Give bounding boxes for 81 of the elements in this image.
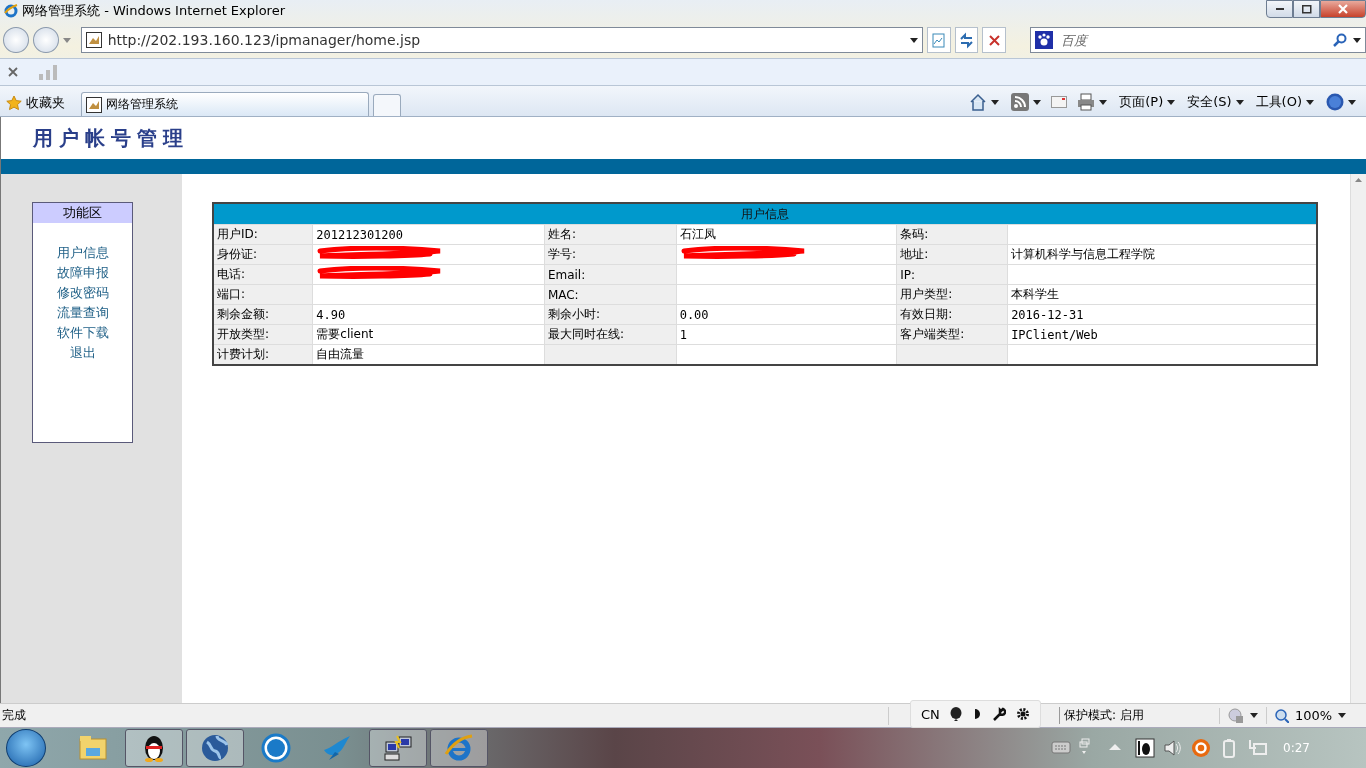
field-label: 电话:	[213, 264, 313, 285]
search-icon[interactable]	[1333, 33, 1347, 47]
taskbar-button[interactable]	[369, 729, 427, 768]
alien-head-icon[interactable]	[949, 707, 962, 722]
protected-mode-text: 保护模式: 启用	[1059, 707, 1219, 725]
table-title: 用户信息	[213, 203, 1317, 225]
menu-button[interactable]: 页面(P)	[1117, 93, 1178, 111]
minimize-icon	[1275, 8, 1284, 10]
menu-link[interactable]: 退出	[69, 343, 96, 363]
field-value: 石江凤	[676, 224, 897, 245]
dropdown-icon[interactable]	[909, 37, 918, 43]
scrollbar[interactable]	[1350, 174, 1366, 704]
maximize-icon	[1301, 4, 1312, 14]
field-label: 用户ID:	[213, 224, 313, 245]
start-button[interactable]	[6, 729, 46, 768]
compatibility-icon	[930, 31, 948, 49]
menu-link[interactable]: 用户信息	[56, 243, 109, 263]
browser-tab[interactable]: 网络管理系统	[81, 92, 369, 116]
favorites-button[interactable]: 收藏夹	[6, 90, 65, 116]
feed-button[interactable]	[1009, 93, 1044, 111]
status-text: 完成	[1, 707, 27, 725]
search-field[interactable]: 百度	[1059, 31, 1327, 49]
page-title: 用户帐号管理	[33, 124, 189, 152]
ie-logo-icon	[4, 4, 18, 18]
field-label: 开放类型:	[213, 324, 313, 345]
caret-icon[interactable]	[1306, 99, 1314, 105]
caret-icon[interactable]	[1033, 99, 1042, 105]
caret-icon[interactable]	[1099, 99, 1108, 105]
menu-button[interactable]: 安全(S)	[1185, 93, 1246, 111]
caret-icon[interactable]	[991, 99, 1000, 105]
caret-icon[interactable]	[1348, 99, 1356, 105]
close-button[interactable]	[1320, 0, 1366, 18]
caret-icon[interactable]	[1338, 713, 1347, 719]
speaker-icon[interactable]	[1163, 738, 1184, 759]
menu-link[interactable]: 修改密码	[56, 283, 109, 303]
zoom-button[interactable]: 100%	[1266, 707, 1366, 725]
up-arrow-icon[interactable]	[1355, 178, 1362, 182]
help-button[interactable]	[1324, 93, 1358, 111]
caret-icon[interactable]	[1235, 99, 1244, 105]
address-field[interactable]: http://202.193.160.123/ipmanager/home.jsp	[80, 27, 923, 53]
paw-icon	[1035, 31, 1054, 49]
field-value: 201212301200	[312, 224, 545, 245]
menu-button[interactable]: 工具(O)	[1253, 93, 1316, 111]
taskbar-button[interactable]	[125, 729, 183, 768]
field-label: 端口:	[213, 284, 313, 305]
signal-icon	[38, 64, 58, 80]
window-title: 网络管理系统 - Windows Internet Explorer	[22, 2, 286, 20]
caret-icon[interactable]	[1167, 99, 1176, 105]
menu-title: 功能区	[33, 203, 132, 223]
printer-icon	[1077, 93, 1096, 111]
field-label: 姓名:	[544, 224, 677, 245]
search-box[interactable]: 百度	[1030, 27, 1366, 53]
field-label: 剩余金额:	[213, 304, 313, 325]
field-label: 计费计划:	[213, 344, 313, 365]
close-icon	[1338, 4, 1348, 14]
home-icon	[969, 93, 988, 111]
site-icon	[86, 96, 102, 113]
refresh-button[interactable]	[954, 27, 979, 53]
zoom-icon	[1275, 708, 1289, 723]
printer-button[interactable]	[1075, 93, 1110, 111]
star-icon	[6, 95, 22, 111]
language-indicator[interactable]: CN	[921, 706, 940, 722]
stop-button[interactable]	[982, 27, 1007, 53]
feed-icon	[1011, 93, 1030, 111]
close-icon[interactable]	[8, 67, 18, 77]
help-icon	[1326, 93, 1344, 111]
ring-icon[interactable]	[1191, 738, 1212, 759]
field-label: 身份证:	[213, 244, 313, 265]
caret-icon[interactable]	[1250, 713, 1258, 719]
maximize-button[interactable]	[1293, 0, 1320, 18]
dropdown-icon[interactable]	[1353, 37, 1361, 43]
wrench-icon[interactable]	[991, 707, 1006, 722]
mail-icon[interactable]	[1051, 96, 1068, 108]
refresh-icon	[958, 31, 976, 49]
menu-link[interactable]: 故障申报	[56, 263, 109, 283]
site-icon	[85, 32, 102, 48]
settings-icon[interactable]	[1015, 707, 1030, 722]
menu-link[interactable]: 软件下载	[56, 323, 109, 343]
minimize-button[interactable]	[1266, 0, 1293, 18]
menu-link[interactable]: 流量查询	[56, 303, 109, 323]
field-label: 条码:	[896, 224, 1008, 245]
